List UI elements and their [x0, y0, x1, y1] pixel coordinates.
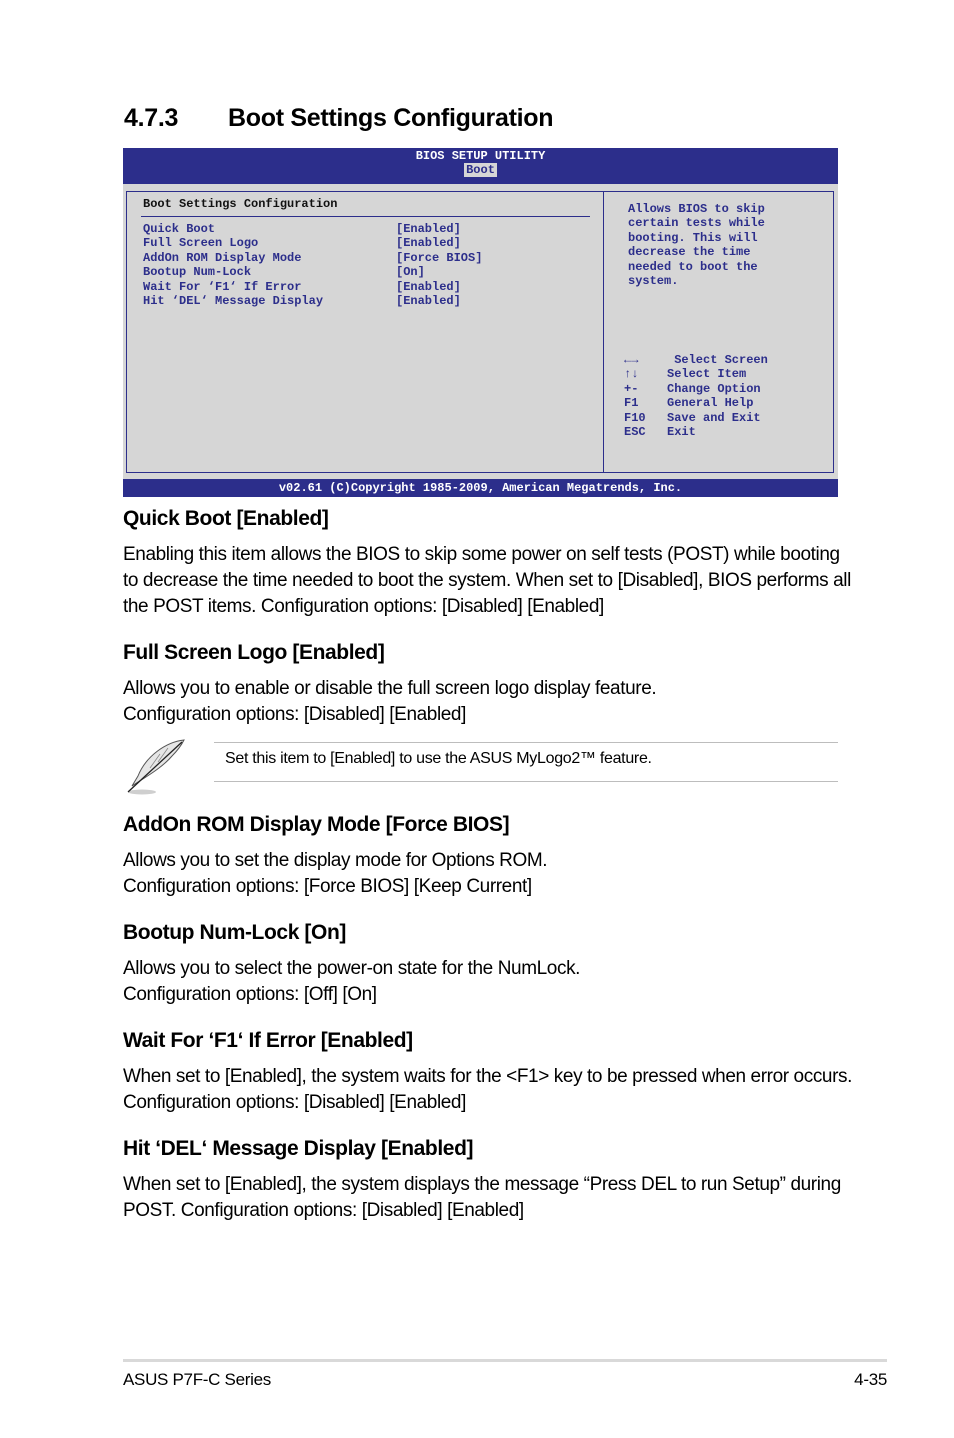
heading-hit-del-message: Hit ‘DEL‘ Message Display [Enabled] [123, 1137, 474, 1160]
note-bottom-rule [214, 781, 838, 782]
key-action: Select Item [667, 367, 747, 382]
bios-item-label: Quick Boot [143, 222, 216, 236]
bios-item-wait-for-f1[interactable]: Wait For ‘F1‘ If Error [Enabled] [143, 280, 482, 294]
bios-item-label: Hit ‘DEL‘ Message Display [143, 294, 324, 309]
key-legend-row: +- Change Option [624, 382, 768, 396]
bios-copyright-bar: v02.61 (C)Copyright 1985-2009, American … [123, 479, 838, 497]
description-bootup-num-lock: Allows you to select the power-on state … [123, 958, 581, 1005]
key-legend-row: F10 Save and Exit [624, 411, 768, 425]
section-title-text: Boot Settings Configuration [228, 104, 554, 132]
bios-key-legend: ←→ Select Screen ↑↓ Select Item +- Change … [624, 353, 768, 439]
heading-bootup-num-lock: Bootup Num-Lock [On] [123, 921, 346, 944]
heading-full-screen-logo: Full Screen Logo [Enabled] [123, 641, 385, 664]
key-action: Select Screen [667, 353, 768, 367]
bios-item-full-screen-logo[interactable]: Full Screen Logo [Enabled] [143, 236, 482, 250]
note-top-rule [214, 742, 838, 743]
description-full-screen-logo: Allows you to enable or disable the full… [123, 678, 657, 725]
arrows-left-right-icon: ←→ [624, 353, 639, 367]
key-action: Save and Exit [667, 410, 761, 425]
feather-pen-icon [127, 739, 185, 795]
bios-item-value: [Enabled] [396, 279, 461, 294]
bios-item-quick-boot[interactable]: Quick Boot [Enabled] [143, 222, 482, 236]
key-f10: F10 [624, 410, 646, 425]
key-action: Change Option [667, 381, 761, 396]
key-legend-row: ↑↓ Select Item [624, 367, 768, 381]
key-action: General Help [667, 396, 754, 411]
bios-item-label: Bootup Num-Lock [143, 265, 252, 280]
bios-help-text: Allows BIOS to skip certain tests while … [628, 202, 765, 289]
bios-screen: BIOS SETUP UTILITY Boot Boot Settings Co… [123, 148, 838, 497]
bios-panel-title: Boot Settings Configuration [143, 197, 338, 211]
note-text: Set this item to [Enabled] to use the AS… [225, 750, 652, 767]
description-addon-rom-display-mode: Allows you to set the display mode for O… [123, 850, 548, 897]
bios-help-panel: Allows BIOS to skip certain tests while … [604, 192, 833, 472]
bios-divider [141, 216, 590, 217]
footer-page-number: 4-35 [854, 1370, 887, 1389]
footer-product-name: ASUS P7F-C Series [123, 1370, 271, 1389]
bios-item-list: Quick Boot [Enabled] Full Screen Logo [Ena… [143, 222, 482, 308]
arrows-up-down-icon: ↑↓ [624, 367, 639, 382]
key-action: Exit [667, 425, 696, 440]
heading-quick-boot: Quick Boot [Enabled] [123, 507, 329, 530]
bios-body: Boot Settings Configuration Quick Boot [E… [126, 191, 834, 473]
bios-settings-panel: Boot Settings Configuration Quick Boot [E… [127, 192, 604, 472]
bios-item-label: Wait For ‘F1‘ If Error [143, 279, 302, 294]
bios-item-label: Full Screen Logo [143, 236, 259, 251]
description-quick-boot: Enabling this item allows the BIOS to sk… [123, 544, 851, 617]
footer-rule [123, 1359, 887, 1362]
section-number: 4.7.3 [124, 104, 179, 132]
bios-item-bootup-num-lock[interactable]: Bootup Num-Lock [On] [143, 265, 482, 279]
bios-tab-boot[interactable]: Boot [464, 163, 497, 177]
bios-item-addon-rom-display-mode[interactable]: AddOn ROM Display Mode [Force BIOS] [143, 251, 482, 265]
bios-item-label: AddOn ROM Display Mode [143, 250, 302, 265]
bios-item-value: [Enabled] [396, 222, 461, 236]
heading-addon-rom-display-mode: AddOn ROM Display Mode [Force BIOS] [123, 813, 510, 836]
bios-item-value: [Force BIOS] [396, 250, 483, 265]
bios-item-value: [On] [396, 265, 425, 280]
key-f1: F1 [624, 396, 639, 411]
key-legend-row: ←→ Select Screen [624, 353, 768, 367]
key-esc: ESC [624, 425, 646, 440]
description-hit-del-message: When set to [Enabled], the system displa… [123, 1174, 841, 1221]
key-legend-row: F1 General Help [624, 396, 768, 410]
bios-item-value: [Enabled] [396, 294, 461, 309]
bios-item-hit-del-message[interactable]: Hit ‘DEL‘ Message Display [Enabled] [143, 294, 482, 308]
key-legend-row: ESC Exit [624, 425, 768, 439]
heading-wait-for-f1: Wait For ‘F1‘ If Error [Enabled] [123, 1029, 413, 1052]
bios-header-title: BIOS SETUP UTILITY [415, 149, 546, 163]
bios-header: BIOS SETUP UTILITY Boot [123, 148, 838, 184]
key-plus-minus: +- [624, 381, 639, 396]
section-title: 4.7.3 Boot Settings Configuration [124, 104, 554, 133]
description-wait-for-f1: When set to [Enabled], the system waits … [123, 1066, 852, 1113]
bios-item-value: [Enabled] [396, 236, 461, 251]
